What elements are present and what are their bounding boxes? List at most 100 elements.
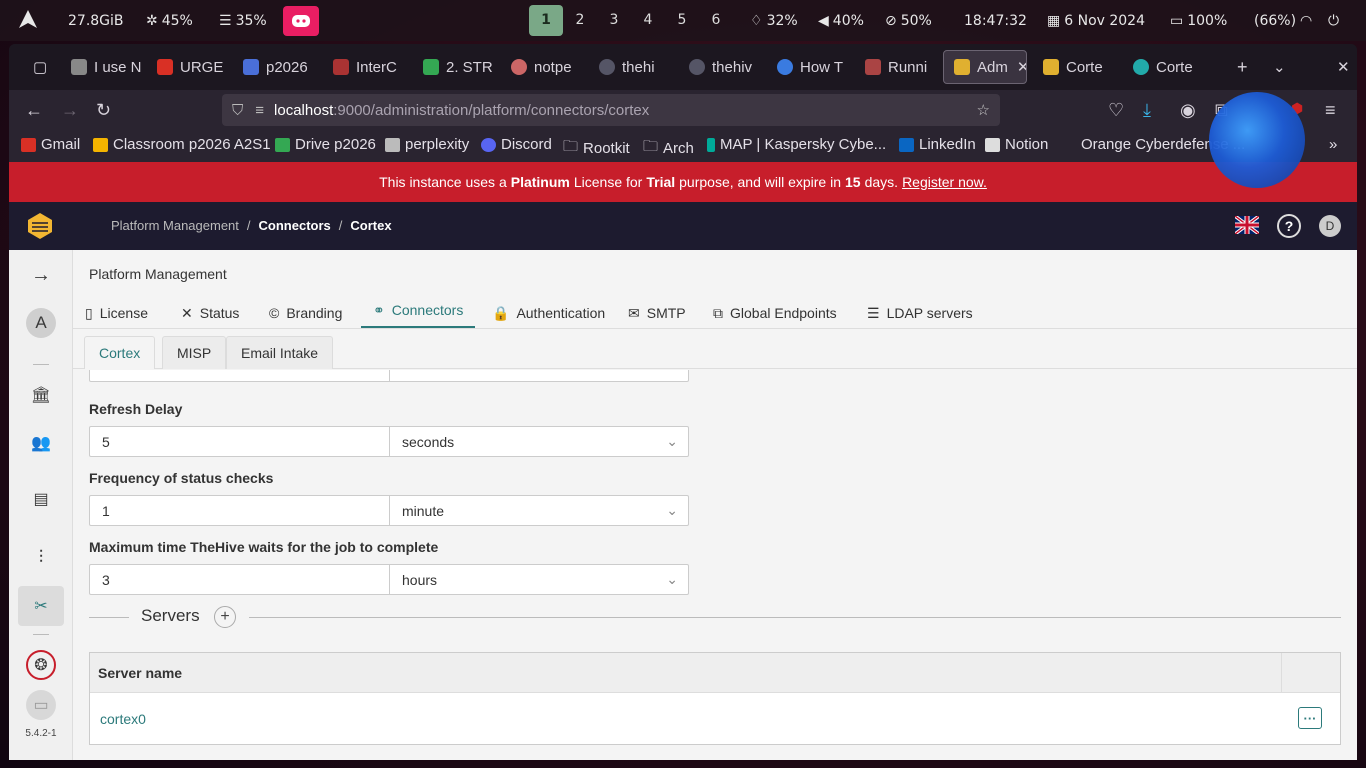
breadcrumb-platform-management[interactable]: Platform Management	[111, 218, 239, 233]
add-server-button[interactable]: +	[214, 606, 236, 628]
browser-tab[interactable]: Corte	[1123, 50, 1209, 84]
cortex-status-icon[interactable]: ❂	[26, 650, 56, 680]
tab-smtp[interactable]: ✉ SMTP	[628, 298, 686, 328]
close-window-icon[interactable]: ✕	[1327, 50, 1355, 84]
breadcrumb-connectors[interactable]: Connectors	[259, 218, 331, 233]
browser-tab[interactable]: p2026	[233, 50, 319, 84]
shield-icon[interactable]: ⛉	[232, 102, 243, 119]
tab-global-endpoints[interactable]: ⧉ Global Endpoints	[713, 298, 837, 328]
bookmark-discord[interactable]: Discord	[481, 136, 552, 153]
status-check-input[interactable]: 1	[90, 496, 390, 525]
sliders-icon[interactable]: ⫶	[26, 542, 56, 572]
arch-logo-icon[interactable]	[18, 9, 38, 29]
wifi-indicator[interactable]: (66%) ◠	[1254, 11, 1312, 31]
url-path: :9000/administration/platform/connectors…	[333, 101, 650, 119]
volume-indicator[interactable]: ◀ 40%	[818, 11, 864, 31]
refresh-delay-input[interactable]: 5	[90, 427, 390, 456]
tab-branding[interactable]: © Branding	[269, 298, 342, 328]
bookmark-arch[interactable]: 🗀 Arch	[643, 136, 694, 161]
tab-ldap-servers[interactable]: ☰ LDAP servers	[867, 298, 973, 328]
tab-status[interactable]: ✕ Status	[181, 298, 239, 328]
chevron-down-icon: ⌄	[666, 433, 678, 449]
uk-flag-icon[interactable]	[1233, 214, 1261, 236]
thehive-logo-icon[interactable]	[25, 211, 55, 241]
organisation-icon[interactable]: 🏛	[26, 380, 56, 410]
url-bar[interactable]: ⛉ ≡ localhost:9000/administration/platfo…	[222, 94, 1000, 126]
status-check-unit-select[interactable]: minute ⌄	[390, 496, 688, 525]
expand-sidebar-icon[interactable]: →	[26, 260, 56, 290]
account-icon[interactable]: ◉	[1180, 100, 1196, 121]
close-tab-icon[interactable]: ✕	[1017, 58, 1026, 76]
browser-tab[interactable]: thehiv	[679, 50, 765, 84]
browser-tab[interactable]: How T	[767, 50, 853, 84]
servers-section-header: Servers +	[89, 602, 1341, 632]
workspace-6[interactable]: 6	[699, 5, 733, 36]
browser-tab[interactable]: Corte	[1033, 50, 1119, 84]
bookmark-rootkit[interactable]: 🗀 Rootkit	[563, 136, 630, 161]
back-icon[interactable]: ←	[25, 100, 43, 121]
menu-icon[interactable]: ≡	[1325, 100, 1336, 121]
column-divider	[1281, 653, 1282, 693]
browser-tab[interactable]: notpe	[501, 50, 587, 84]
folder-icon: 🗀	[643, 138, 659, 155]
tab-authentication[interactable]: 🔒 Authentication	[492, 298, 605, 328]
discord-tile-icon[interactable]	[283, 6, 319, 36]
workspace-3[interactable]: 3	[597, 5, 631, 36]
workspace-2[interactable]: 2	[563, 5, 597, 36]
bookmark-kaspersky[interactable]: MAP | Kaspersky Cybe...	[707, 136, 886, 153]
chevron-down-icon[interactable]: ⌄	[1263, 50, 1293, 84]
bookmark-drive[interactable]: Drive p2026	[275, 136, 376, 153]
tab-overview-icon[interactable]: ▢	[23, 50, 49, 84]
tab-misp[interactable]: MISP	[162, 336, 227, 369]
max-job-time-unit-select[interactable]: hours ⌄	[390, 565, 688, 594]
bookmark-gmail[interactable]: Gmail	[21, 136, 80, 153]
browser-tab[interactable]: InterC	[323, 50, 409, 84]
server-name-link[interactable]: cortex0	[100, 711, 146, 727]
tab-email-intake[interactable]: Email Intake	[226, 336, 334, 369]
previous-field-input[interactable]	[89, 370, 689, 382]
reload-icon[interactable]: ↻	[96, 100, 111, 121]
chat-icon[interactable]: ▭	[26, 690, 56, 720]
page-info-icon[interactable]: ≡	[255, 102, 264, 119]
register-now-link[interactable]: Register now.	[902, 174, 987, 190]
bulb-icon: ♢	[750, 13, 763, 29]
tab-cortex[interactable]: Cortex	[84, 336, 156, 369]
book-icon[interactable]: ▤	[26, 484, 56, 514]
browser-tab[interactable]: Runni	[855, 50, 941, 84]
max-job-time-input[interactable]: 3	[90, 565, 390, 594]
browser-tab[interactable]: thehi	[589, 50, 675, 84]
user-avatar[interactable]: D	[1319, 215, 1341, 237]
brightness-indicator: ♢ 32%	[750, 13, 798, 29]
tab-connectors[interactable]: ⚭ Connectors	[361, 298, 476, 328]
pocket-icon[interactable]: ♡	[1108, 100, 1124, 121]
download-icon[interactable]: ⤓	[1143, 100, 1151, 121]
tab-license[interactable]: ▯ License	[85, 298, 148, 328]
browser-tab[interactable]: 2. STR	[413, 50, 499, 84]
more-bookmarks-icon[interactable]: »	[1329, 136, 1337, 153]
bookmark-perplexity[interactable]: perplexity	[385, 136, 469, 153]
bookmark-linkedin[interactable]: LinkedIn	[899, 136, 976, 153]
users-icon[interactable]: 👥	[26, 428, 56, 458]
browser-tab[interactable]: URGE	[147, 50, 233, 84]
workspace-4[interactable]: 4	[631, 5, 665, 36]
refresh-delay-unit-select[interactable]: seconds ⌄	[390, 427, 688, 456]
org-avatar[interactable]: A	[26, 308, 56, 338]
row-actions-button[interactable]: ···	[1298, 707, 1322, 729]
mic-indicator[interactable]: ⊘ 50%	[885, 11, 932, 31]
tab-favicon-icon	[333, 59, 349, 75]
workspace-5[interactable]: 5	[665, 5, 699, 36]
platform-tabs: ▯ License ✕ Status © Branding ⚭ Connectors 🔒…	[73, 292, 1357, 329]
bookmark-notion[interactable]: Notion	[985, 136, 1048, 153]
plus-icon: +	[220, 608, 230, 625]
workspace-1[interactable]: 1	[529, 5, 563, 36]
gmail-icon	[157, 59, 173, 75]
platform-tools-icon[interactable]: ✂	[18, 586, 64, 626]
new-tab-icon[interactable]: +	[1227, 50, 1257, 84]
browser-tab-active[interactable]: Adm✕	[943, 50, 1027, 84]
power-icon[interactable]: ⏻	[1328, 11, 1339, 31]
help-icon[interactable]: ?	[1277, 214, 1301, 238]
forward-icon[interactable]: →	[61, 100, 79, 121]
bookmark-star-icon[interactable]: ☆	[977, 101, 990, 119]
bookmark-classroom[interactable]: Classroom p2026 A2S1	[93, 136, 271, 153]
browser-tab[interactable]: I use N	[61, 50, 147, 84]
